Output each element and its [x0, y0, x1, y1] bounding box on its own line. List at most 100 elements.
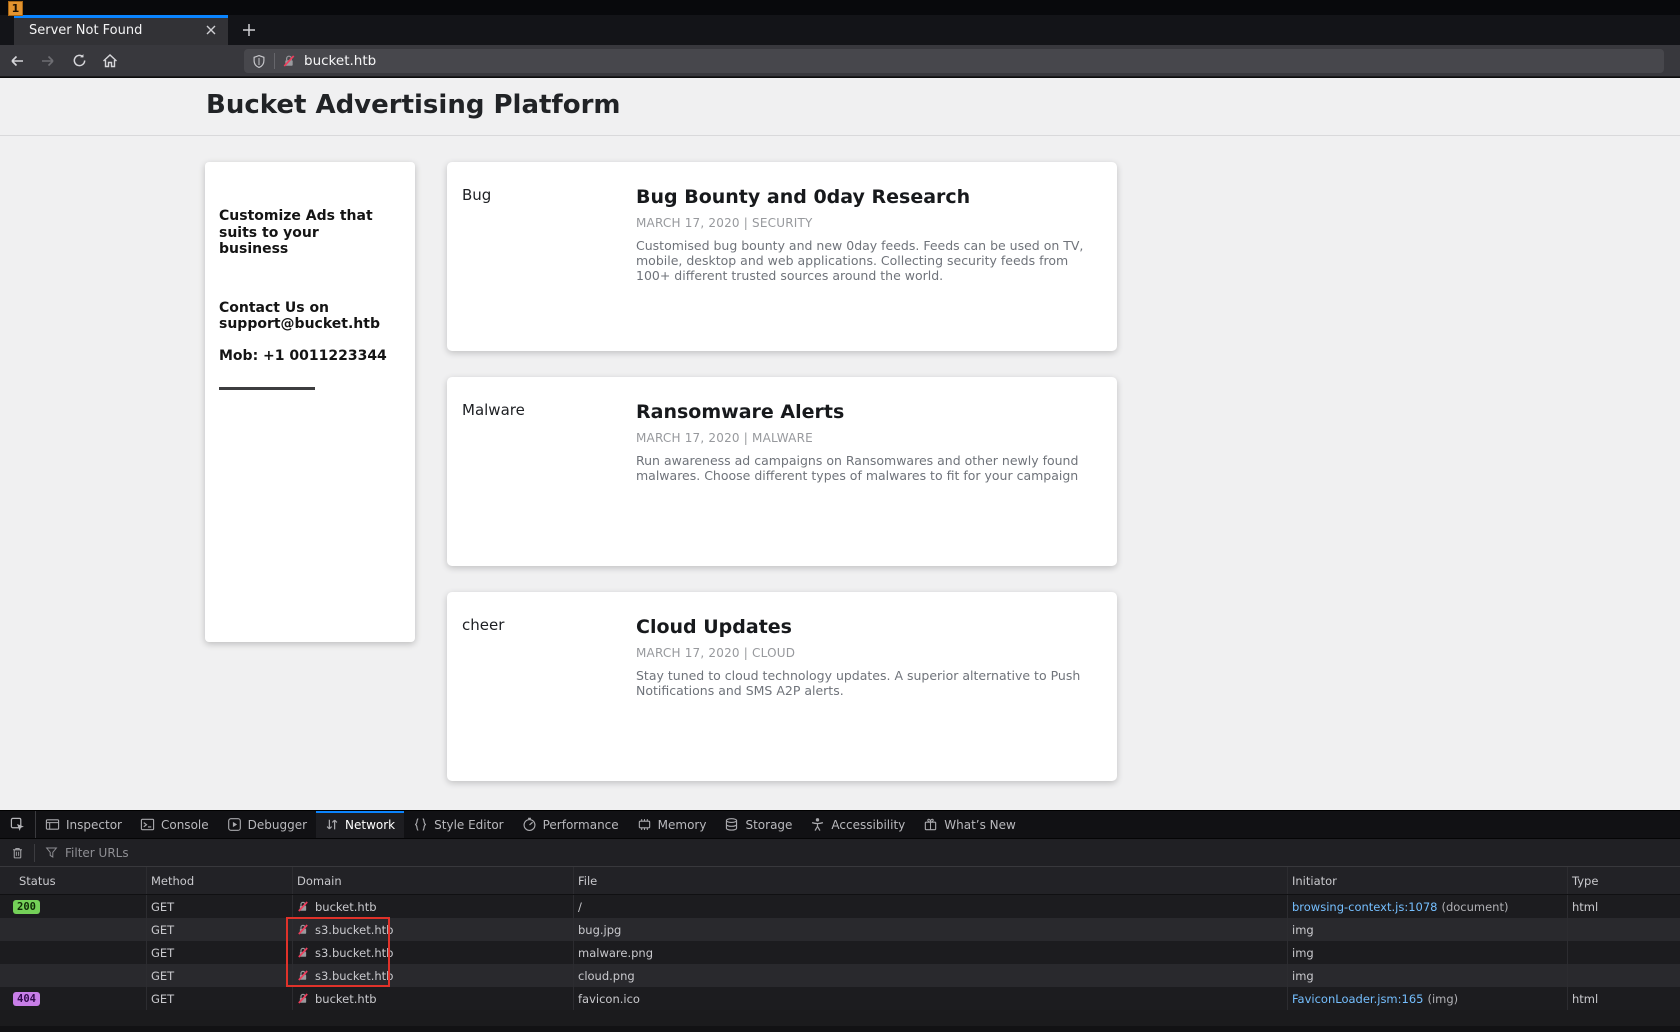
domain-cell: s3.bucket.htb — [293, 941, 574, 964]
domain-cell: s3.bucket.htb — [293, 964, 574, 987]
column-header-domain[interactable]: Domain — [293, 867, 574, 894]
browser-tab-server-not-found[interactable]: Server Not Found — [14, 15, 228, 45]
tracking-shield-icon[interactable] — [252, 54, 266, 69]
column-header-file[interactable]: File — [574, 867, 1288, 894]
network-request-row[interactable]: 404GETbucket.htbfavicon.icoFaviconLoader… — [0, 987, 1680, 1010]
devtools-tab-performance[interactable]: Performance — [513, 811, 628, 838]
initiator-kind: (document) — [1441, 900, 1508, 914]
reload-button[interactable] — [65, 48, 93, 74]
initiator-link[interactable]: FaviconLoader.jsm:165 — [1292, 992, 1423, 1006]
devtools-tab-debugger[interactable]: Debugger — [218, 811, 316, 838]
file-cell: cloud.png — [574, 964, 1288, 987]
network-table-body: 200GETbucket.htb/browsing-context.js:107… — [0, 895, 1680, 1010]
file-cell: bug.jpg — [574, 918, 1288, 941]
insecure-lock-icon[interactable] — [282, 54, 296, 68]
file-cell: malware.png — [574, 941, 1288, 964]
card-body: Run awareness ad campaigns on Ransomware… — [636, 454, 1097, 484]
method-cell: GET — [147, 918, 293, 941]
column-header-method[interactable]: Method — [147, 867, 293, 894]
status-cell: 200 — [0, 895, 147, 918]
devtools-tab-label: Storage — [745, 818, 792, 832]
status-cell: 404 — [0, 987, 147, 1010]
page-header: Bucket Advertising Platform — [0, 78, 1680, 136]
card-title: Cloud Updates — [636, 616, 1097, 638]
network-request-row[interactable]: GET s3.bucket.htb bug.jpgimg — [0, 918, 1680, 941]
network-request-row[interactable]: GET s3.bucket.htb malware.pngimg — [0, 941, 1680, 964]
file-cell: / — [574, 895, 1288, 918]
domain-cell: s3.bucket.htb — [293, 918, 574, 941]
insecure-lock-icon — [297, 946, 309, 959]
column-header-initiator[interactable]: Initiator — [1288, 867, 1568, 894]
devtools-tab-whats-new[interactable]: What’s New — [914, 811, 1025, 838]
console-icon — [140, 817, 155, 832]
domain-text: s3.bucket.htb — [315, 969, 393, 983]
insecure-lock-icon — [297, 969, 309, 982]
method-cell: GET — [147, 964, 293, 987]
type-cell — [1568, 918, 1680, 941]
devtools-tab-label: Debugger — [248, 818, 307, 832]
back-button[interactable] — [3, 48, 31, 74]
network-request-row[interactable]: GETs3.bucket.htbcloud.pngimg — [0, 964, 1680, 987]
type-cell — [1568, 964, 1680, 987]
initiator-cell: img — [1288, 941, 1568, 964]
devtools-panel: Inspector Console Debugger Network Style Edi… — [0, 810, 1680, 1032]
network-icon — [325, 817, 339, 832]
forward-button[interactable] — [34, 48, 62, 74]
whats-new-icon — [923, 817, 938, 832]
devtools-filter-bar: Filter URLs — [0, 839, 1680, 867]
devtools-tab-accessibility[interactable]: Accessibility — [801, 811, 914, 838]
card-date: MARCH 17, 2020 | MALWARE — [636, 431, 1097, 445]
devtools-tab-label: What’s New — [944, 818, 1016, 832]
domain-text: s3.bucket.htb — [315, 946, 393, 960]
method-cell: GET — [147, 941, 293, 964]
url-text: bucket.htb — [304, 53, 376, 69]
pick-element-icon[interactable] — [0, 811, 36, 838]
status-cell — [0, 941, 147, 964]
sidebar-divider — [219, 387, 315, 390]
devtools-tab-label: Inspector — [66, 818, 122, 832]
filter-urls-input[interactable]: Filter URLs — [45, 846, 129, 860]
sidebar-text-customize: Customize Ads that suits to your busines… — [219, 208, 391, 258]
devtools-tab-label: Console — [161, 818, 209, 832]
network-request-row[interactable]: 200GETbucket.htb/browsing-context.js:107… — [0, 895, 1680, 918]
initiator-cell: img — [1288, 918, 1568, 941]
domain-text: bucket.htb — [315, 992, 377, 1006]
home-button[interactable] — [96, 48, 124, 74]
domain-text: s3.bucket.htb — [315, 923, 393, 937]
filter-placeholder: Filter URLs — [65, 846, 129, 860]
devtools-tab-network[interactable]: Network — [316, 811, 404, 838]
network-request-table: StatusMethodDomainFileInitiatorType 200G… — [0, 867, 1680, 1010]
storage-icon — [724, 817, 739, 832]
card-image-alt-label: cheer — [462, 616, 636, 781]
devtools-tab-inspector[interactable]: Inspector — [36, 811, 131, 838]
devtools-tab-style-editor[interactable]: Style Editor — [404, 811, 512, 838]
devtools-tab-console[interactable]: Console — [131, 811, 218, 838]
performance-icon — [522, 817, 537, 832]
tab-close-icon[interactable] — [202, 21, 220, 39]
browser-nav-bar: bucket.htb — [0, 45, 1680, 77]
article-card: BugBug Bounty and 0day ResearchMARCH 17,… — [447, 162, 1117, 351]
card-main: Bug Bounty and 0day ResearchMARCH 17, 20… — [636, 186, 1117, 351]
clear-requests-trash-icon[interactable] — [0, 839, 34, 866]
sidebar-text-mobile: Mob: +1 0011223344 — [219, 348, 391, 365]
status-badge: 404 — [13, 992, 40, 1006]
application-window: 1 Server Not Found — [0, 0, 1680, 1032]
card-main: Cloud UpdatesMARCH 17, 2020 | CLOUDStay … — [636, 616, 1117, 781]
card-image-alt-label: Bug — [462, 186, 636, 351]
insecure-lock-icon — [297, 992, 309, 1005]
url-bar[interactable]: bucket.htb — [244, 49, 1664, 73]
initiator-link[interactable]: browsing-context.js:1078 — [1292, 900, 1437, 914]
urlbar-divider — [274, 53, 275, 69]
column-header-type[interactable]: Type — [1568, 867, 1680, 894]
insecure-lock-icon — [297, 923, 309, 936]
column-header-status[interactable]: Status — [0, 867, 147, 894]
type-cell: html — [1568, 987, 1680, 1010]
card-title: Ransomware Alerts — [636, 401, 1097, 423]
new-tab-button[interactable] — [234, 15, 264, 45]
devtools-tab-memory[interactable]: Memory — [628, 811, 716, 838]
inspector-icon — [45, 817, 60, 832]
page-title: Bucket Advertising Platform — [206, 90, 621, 120]
devtools-tab-label: Style Editor — [434, 818, 503, 832]
devtools-tab-storage[interactable]: Storage — [715, 811, 801, 838]
insecure-lock-icon — [297, 900, 309, 913]
